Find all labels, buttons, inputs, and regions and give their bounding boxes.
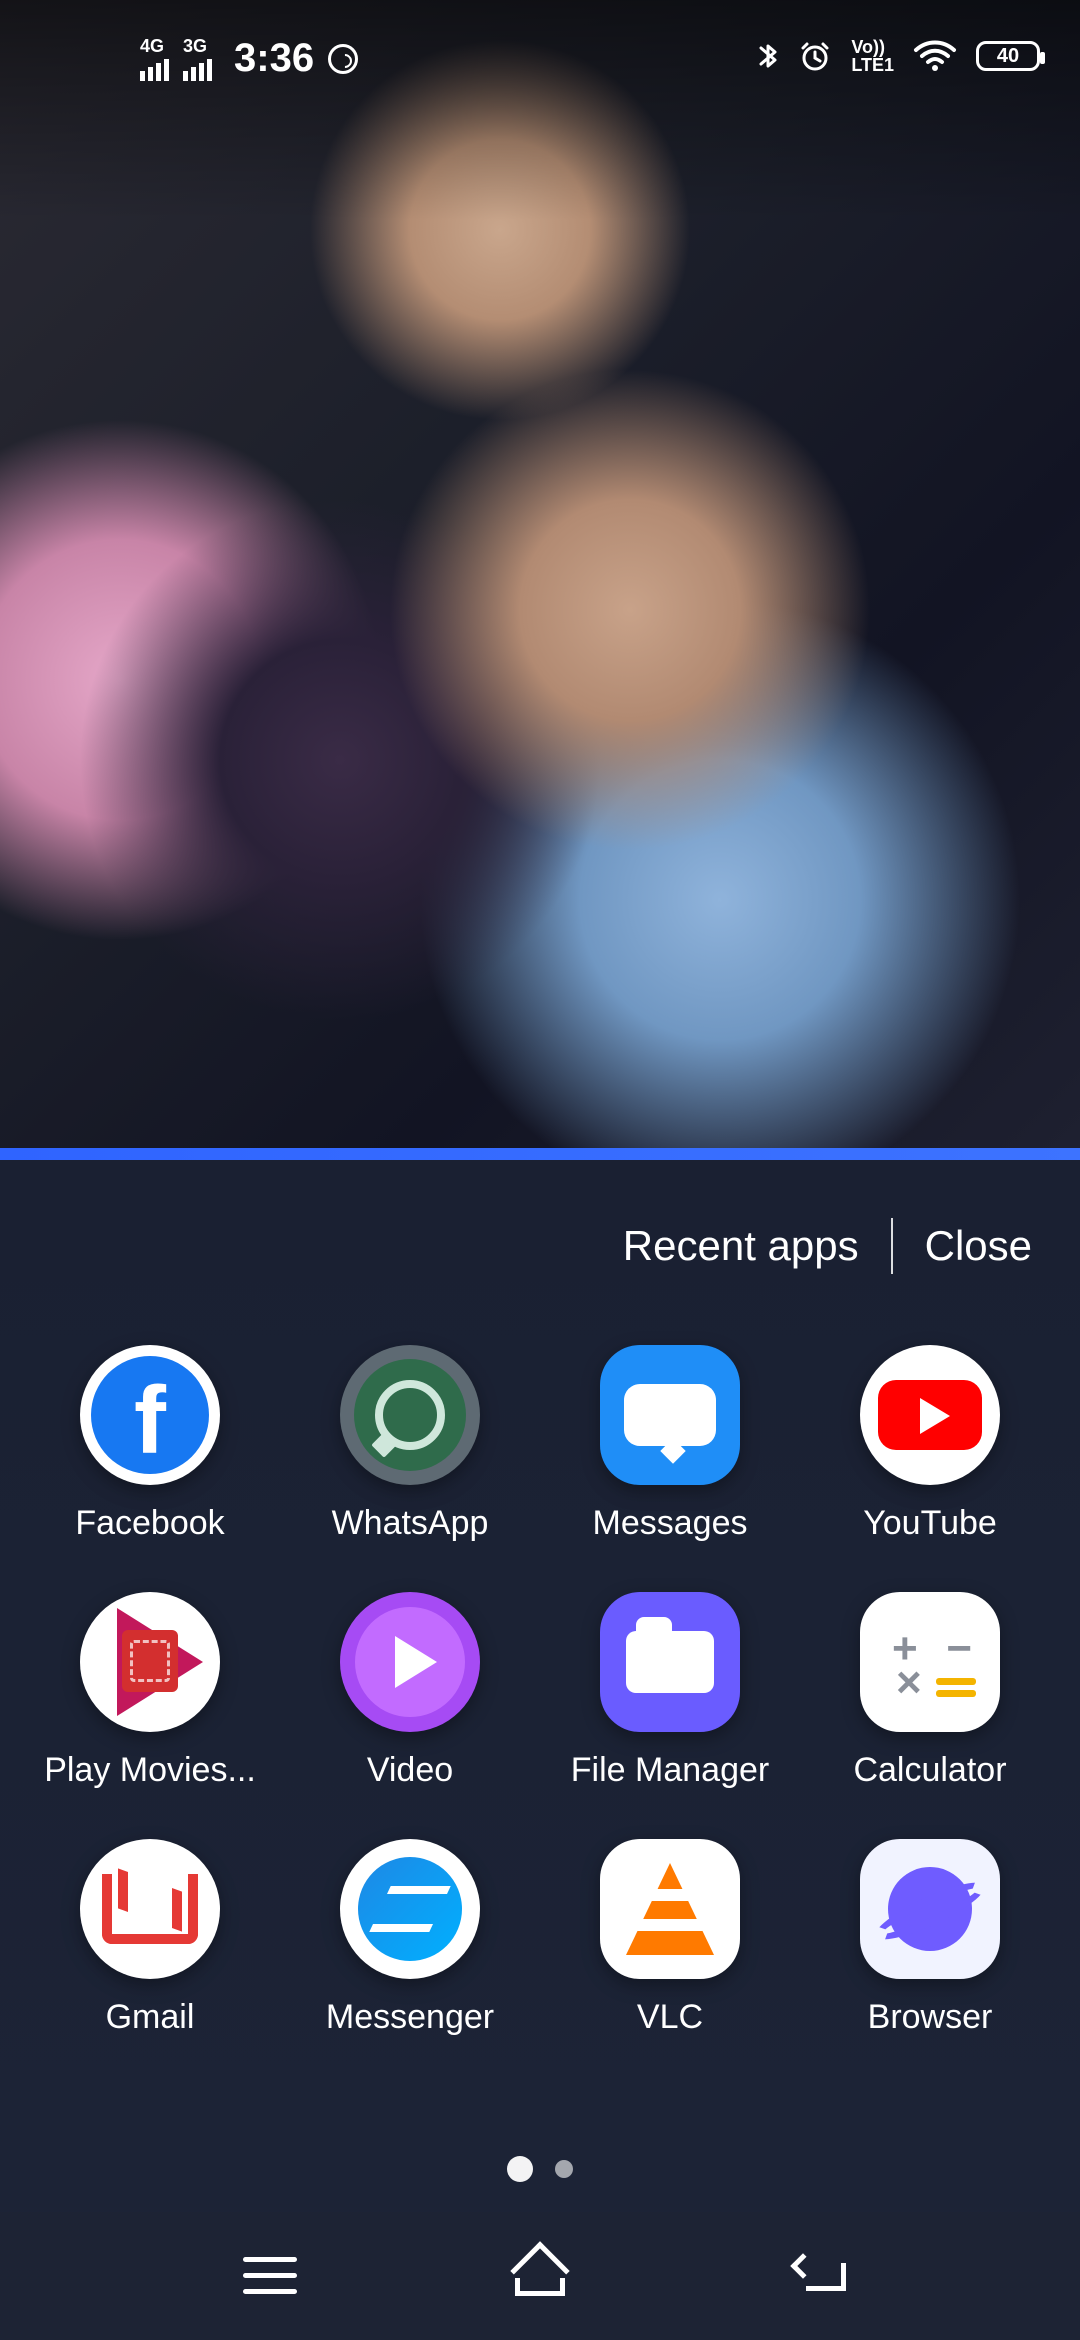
app-label: Browser: [867, 1998, 993, 2036]
app-file-manager[interactable]: File Manager: [540, 1592, 800, 1790]
volte-indicator: Vo)) LTE1: [851, 34, 894, 78]
apps-row-1: f Facebook WhatsApp Messages YouTube: [0, 1345, 1080, 1543]
whatsapp-icon: [340, 1345, 480, 1485]
app-play-movies[interactable]: Play Movies...: [20, 1592, 280, 1790]
app-label: Messenger: [325, 1998, 495, 2036]
app-label: YouTube: [863, 1504, 997, 1542]
app-whatsapp[interactable]: WhatsApp: [280, 1345, 540, 1543]
signal-bars-icon: [183, 57, 212, 81]
app-label: Messages: [592, 1504, 748, 1542]
app-label: WhatsApp: [331, 1504, 489, 1542]
close-button[interactable]: Close: [925, 1222, 1032, 1270]
video-icon: [340, 1592, 480, 1732]
apps-row-3: Gmail Messenger VLC Browser: [0, 1839, 1080, 2037]
whatsapp-icon: [328, 43, 359, 74]
app-gmail[interactable]: Gmail: [20, 1839, 280, 2037]
app-label: File Manager: [570, 1751, 770, 1789]
wifi-icon: [912, 34, 958, 78]
app-label: Video: [366, 1751, 454, 1789]
network-3g: 3G: [183, 37, 212, 81]
file-manager-icon: [600, 1592, 740, 1732]
recent-apps-header: Recent apps Close: [623, 1218, 1032, 1274]
recent-apps-title: Recent apps: [622, 1222, 859, 1269]
app-video[interactable]: Video: [280, 1592, 540, 1790]
volte-line-2: LTE1: [851, 55, 894, 75]
status-time: 3:36: [234, 36, 315, 80]
messenger-icon: [340, 1839, 480, 1979]
network-4g: 4G: [140, 37, 169, 81]
calculator-icon: + − ×: [860, 1592, 1000, 1732]
page-dot: [555, 2160, 573, 2178]
page-indicator: [0, 2156, 1080, 2186]
volte-line-1: Vo)): [851, 37, 885, 57]
app-browser[interactable]: Browser: [800, 1839, 1060, 2037]
app-messages[interactable]: Messages: [540, 1345, 800, 1543]
back-button[interactable]: [760, 2244, 880, 2308]
browser-icon: [860, 1839, 1000, 1979]
app-label: Calculator: [853, 1751, 1007, 1789]
background-photo: [0, 0, 1080, 1148]
apps-row-2: Play Movies... Video File Manager + − × Ca…: [0, 1592, 1080, 1790]
back-icon: [792, 2257, 848, 2295]
app-messenger[interactable]: Messenger: [280, 1839, 540, 2037]
messages-icon: [600, 1345, 740, 1485]
signal-bars-icon: [140, 57, 169, 81]
app-label: Gmail: [105, 1998, 195, 2036]
split-screen-divider[interactable]: [0, 1148, 1080, 1160]
alarm-icon: [797, 34, 833, 78]
status-right: Vo)) LTE1 40: [757, 34, 1045, 78]
status-bar: 4G 3G 3:36 Vo)) LTE1 40: [0, 0, 1080, 120]
menu-icon: [243, 2257, 297, 2295]
status-left: 4G 3G 3:36: [140, 36, 359, 81]
network-4g-label: 4G: [140, 35, 165, 56]
app-label: Play Movies...: [44, 1751, 256, 1789]
navigation-bar: [0, 2212, 1080, 2340]
app-label: Facebook: [75, 1504, 225, 1542]
app-calculator[interactable]: + − × Calculator: [800, 1592, 1060, 1790]
app-vlc[interactable]: VLC: [540, 1839, 800, 2037]
battery-icon: 40: [976, 41, 1045, 71]
network-3g-label: 3G: [183, 35, 208, 56]
app-label: VLC: [636, 1998, 704, 2036]
page-dot-active: [507, 2156, 533, 2182]
home-button[interactable]: [480, 2244, 600, 2308]
menu-button[interactable]: [210, 2244, 330, 2308]
home-icon: [507, 2256, 573, 2296]
app-youtube[interactable]: YouTube: [800, 1345, 1060, 1543]
battery-level: 40: [996, 44, 1020, 67]
youtube-icon: [860, 1345, 1000, 1485]
facebook-icon: f: [80, 1345, 220, 1485]
play-movies-icon: [80, 1592, 220, 1732]
header-divider: [890, 1218, 893, 1274]
gmail-icon: [80, 1839, 220, 1979]
bluetooth-icon: [757, 34, 779, 78]
app-facebook[interactable]: f Facebook: [20, 1345, 280, 1543]
vlc-icon: [600, 1839, 740, 1979]
